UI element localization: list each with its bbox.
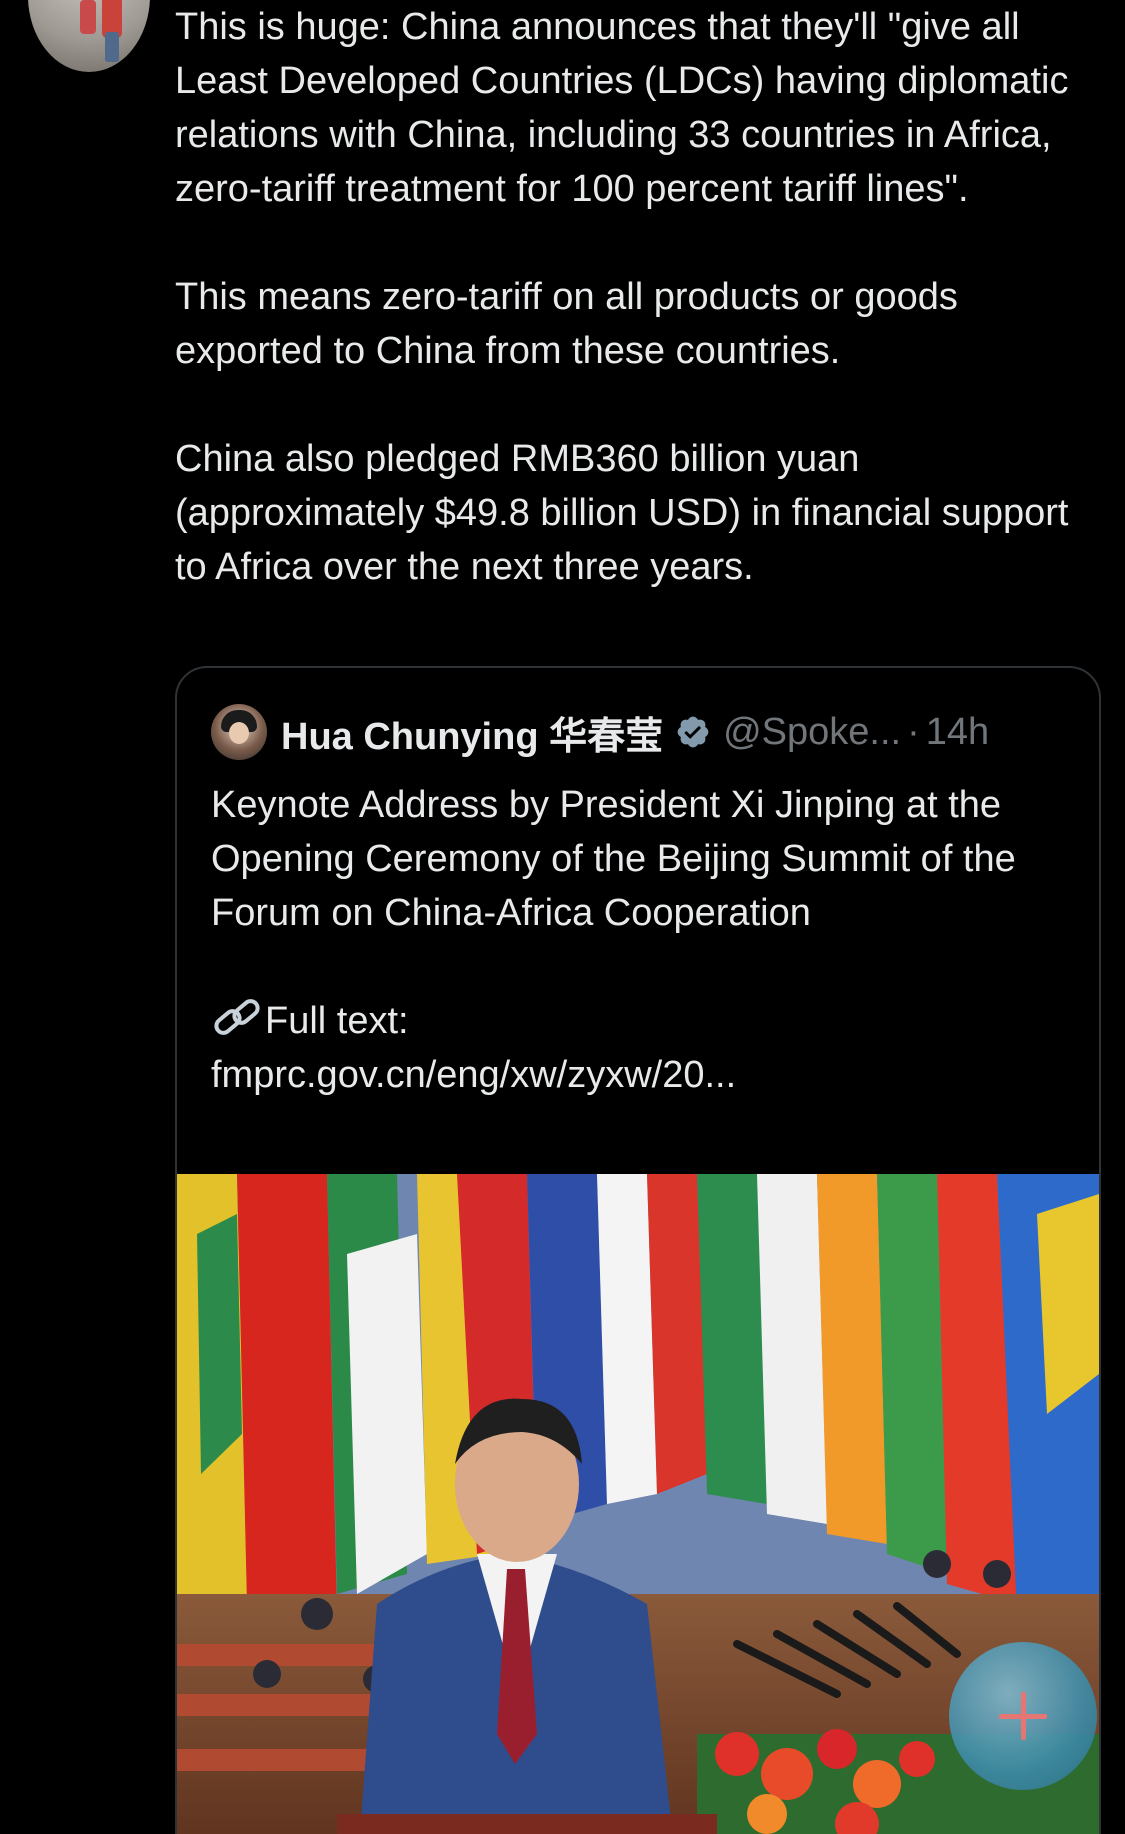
avatar-face <box>229 722 249 744</box>
plus-icon-vertical <box>1020 1692 1026 1740</box>
quoted-tweet-card[interactable]: Hua Chunying 华春莹 @Spoke... · 14h Keynote… <box>175 666 1101 1834</box>
full-text-label: Full text: <box>265 1000 409 1042</box>
compose-button[interactable] <box>949 1642 1097 1790</box>
tweet-text: This is huge: China announces that they'… <box>175 6 1069 588</box>
quoted-tweet-time[interactable]: 14h <box>926 711 989 754</box>
header-separator: · <box>907 710 920 753</box>
avatar-figure-child <box>80 0 96 34</box>
link-icon <box>214 999 260 1035</box>
quoted-author-name[interactable]: Hua Chunying 华春莹 <box>281 705 663 760</box>
avatar-figure-legs <box>105 32 119 62</box>
quoted-tweet-header: Hua Chunying 华春莹 @Spoke... · 14h <box>211 702 989 762</box>
quoted-tweet-body: Keynote Address by President Xi Jinping … <box>211 784 1016 934</box>
quoted-author-avatar[interactable] <box>211 704 267 760</box>
tweet-detail-page: This is huge: China announces that they'… <box>0 0 1125 1834</box>
author-avatar[interactable] <box>28 0 150 72</box>
verified-badge-icon <box>677 716 709 748</box>
quoted-tweet-link[interactable]: fmprc.gov.cn/eng/xw/zyxw/20... <box>211 1054 736 1096</box>
quoted-tweet-text: Keynote Address by President Xi Jinping … <box>211 778 1071 1102</box>
quoted-author-handle[interactable]: @Spoke... <box>723 711 901 754</box>
